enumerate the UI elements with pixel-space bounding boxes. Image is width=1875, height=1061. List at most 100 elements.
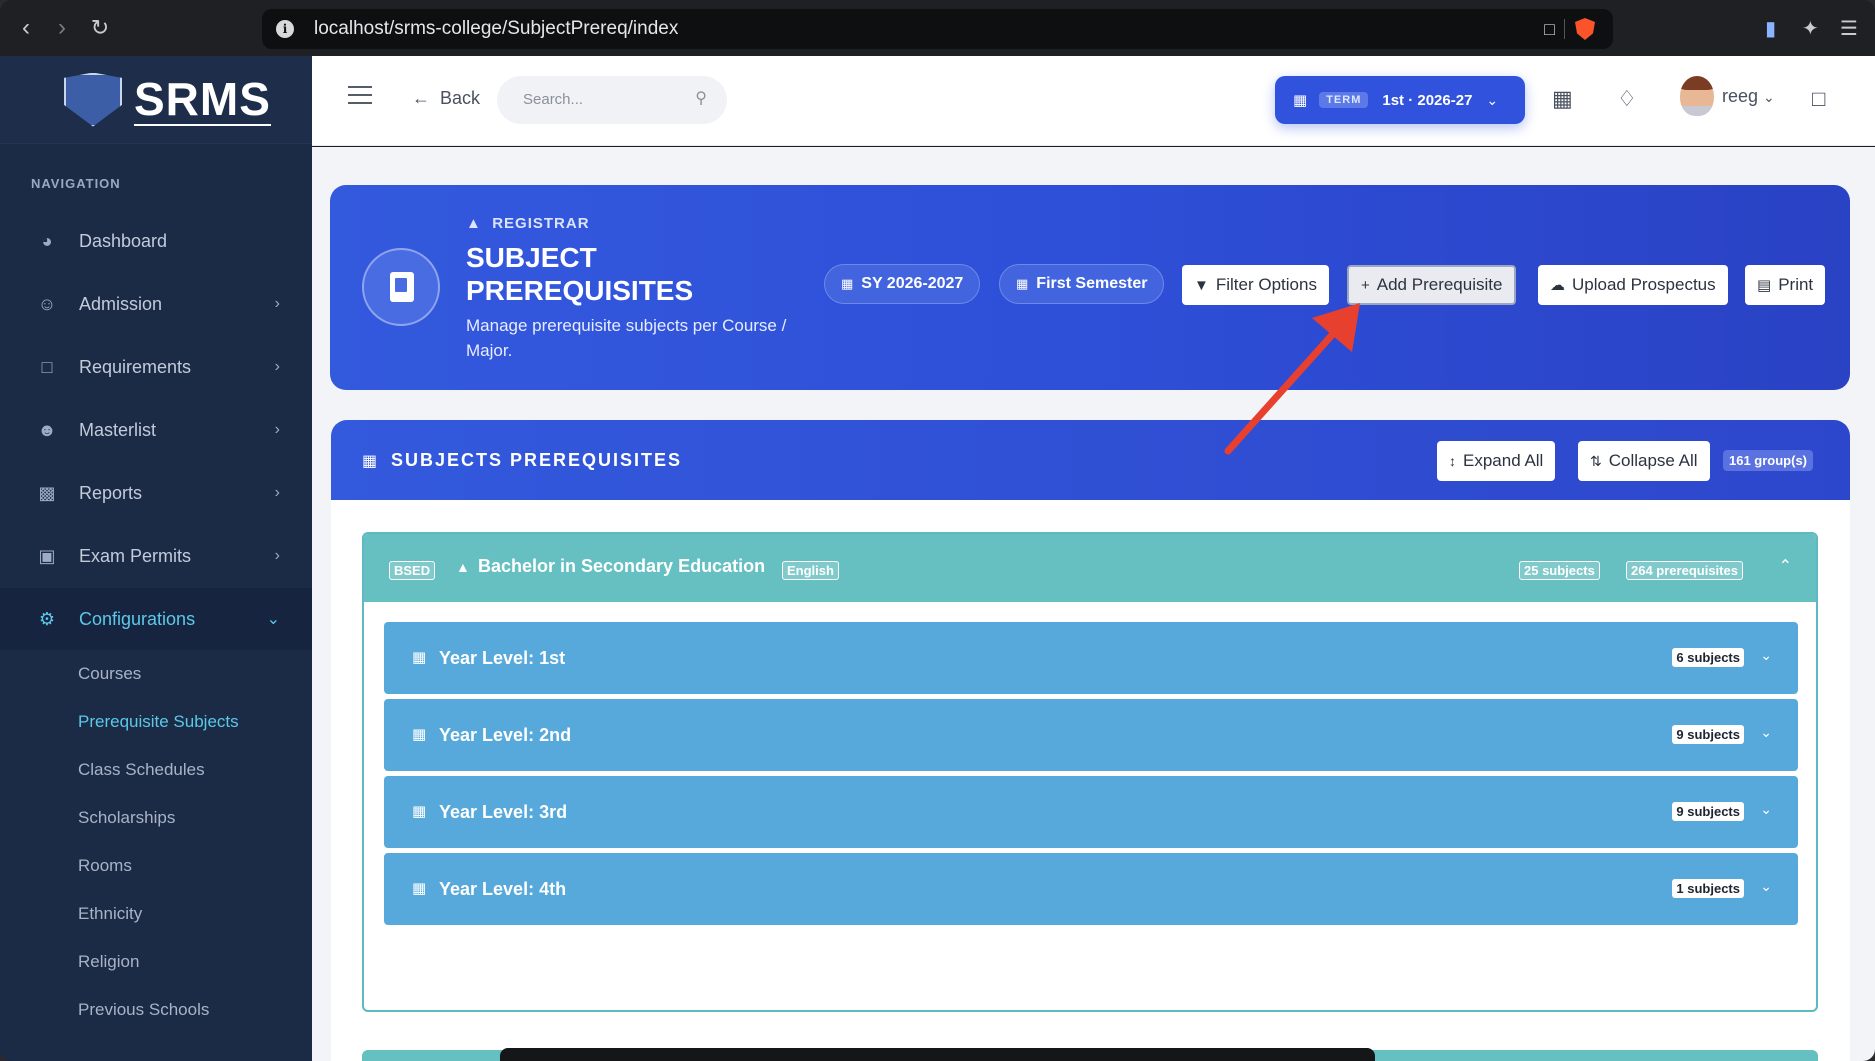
prerequisites-count-badge: 264 prerequisites — [1626, 561, 1743, 580]
year-level-label: Year Level: 1st — [439, 648, 566, 668]
year-subject-count: 1 subjects — [1672, 879, 1744, 898]
brave-shield-icon[interactable] — [1575, 18, 1595, 40]
upload-prospectus-button[interactable]: ☁ Upload Prospectus — [1538, 265, 1728, 305]
id-card-icon: ▣ — [38, 545, 56, 566]
year-subject-count: 9 subjects — [1672, 725, 1744, 744]
nav-section-label: NAVIGATION — [31, 176, 121, 191]
sidebar-item-masterlist[interactable]: ☻ Masterlist › — [0, 399, 312, 461]
school-year-label: SY 2026-2027 — [861, 275, 964, 292]
username: reeg — [1722, 86, 1759, 106]
brand[interactable]: SRMS — [0, 56, 312, 144]
print-label: Print — [1778, 275, 1814, 294]
year-subject-count: 9 subjects — [1672, 802, 1744, 821]
sidebar-sub-scholarships[interactable]: Scholarships — [78, 808, 175, 828]
address-url: localhost/srms-college/SubjectPrereq/ind… — [314, 18, 679, 39]
calendar-clock-icon: ▦ — [412, 803, 427, 820]
chevron-down-icon: ⌄ — [1760, 647, 1772, 663]
chevron-right-icon: › — [274, 547, 280, 564]
expand-icon: ↕ — [1449, 453, 1456, 469]
sidebar-sub-class-schedules[interactable]: Class Schedules — [78, 760, 205, 780]
address-bar[interactable]: i localhost/srms-college/SubjectPrereq/i… — [262, 9, 1613, 49]
major-badge: English — [782, 561, 839, 580]
print-button[interactable]: ▤ Print — [1745, 265, 1826, 305]
browser-forward-icon[interactable]: › — [48, 14, 76, 42]
expand-all-label: Expand All — [1463, 451, 1544, 470]
cloud-upload-icon: ☁ — [1550, 277, 1565, 294]
chevron-down-icon: ⌄ — [266, 611, 280, 628]
add-prerequisite-label: Add Prerequisite — [1376, 275, 1503, 294]
calendar-icon: ▦ — [841, 276, 854, 291]
chevron-right-icon: › — [274, 358, 280, 375]
sidebar-item-admission[interactable]: ☺ Admission › — [0, 273, 312, 335]
logo-crest-icon — [64, 72, 122, 127]
term-selector[interactable]: ▦ TERM 1st · 2026-27 ⌄ — [1275, 76, 1525, 124]
sidebar-sub-religion[interactable]: Religion — [78, 952, 139, 972]
avatar[interactable] — [1680, 76, 1714, 116]
arrow-left-icon: ← — [412, 88, 430, 108]
reload-icon[interactable]: ↻ — [86, 14, 114, 42]
sidebar-item-dashboard[interactable]: ◕ Dashboard — [0, 210, 312, 272]
puzzle-icon[interactable]: ✦ — [1802, 16, 1819, 41]
collapse-all-button[interactable]: ⇅ Collapse All — [1578, 441, 1710, 481]
sidebar-item-label: Masterlist — [79, 419, 157, 440]
extension-icon[interactable]: ▮ — [1765, 16, 1776, 41]
folder-icon: □ — [41, 356, 53, 377]
bar-chart-icon: ▩ — [38, 482, 56, 503]
back-link[interactable]: ← Back — [412, 88, 480, 109]
panel-title: SUBJECTS PREREQUISITES — [391, 450, 683, 470]
site-info-icon[interactable]: i — [276, 20, 294, 38]
year-subject-count: 6 subjects — [1672, 648, 1744, 667]
sidebar-item-label: Exam Permits — [79, 545, 192, 566]
course-group-header[interactable]: BSED ▲ Bachelor in Secondary Education E… — [364, 534, 1816, 602]
hamburger-menu-icon[interactable] — [348, 86, 372, 106]
semester-label: First Semester — [1036, 275, 1148, 292]
browser-back-icon[interactable]: ‹ — [12, 14, 40, 42]
sidebar-item-label: Requirements — [79, 356, 192, 377]
panel-header: ▦ SUBJECTS PREREQUISITES ↕ Expand All ⇅ … — [331, 420, 1850, 500]
chevron-right-icon: › — [274, 295, 280, 312]
filter-options-button[interactable]: ▼ Filter Options — [1182, 265, 1329, 305]
apps-grid-icon[interactable]: ▦ — [1552, 86, 1573, 112]
expand-all-button[interactable]: ↕ Expand All — [1437, 441, 1556, 481]
sidebar-item-label: Dashboard — [79, 230, 168, 251]
upload-prospectus-label: Upload Prospectus — [1572, 275, 1716, 294]
sidebar-sub-prerequisite-subjects[interactable]: Prerequisite Subjects — [78, 712, 239, 732]
chevron-down-icon: ⌄ — [1763, 89, 1775, 105]
bell-icon[interactable]: ♢ — [1617, 86, 1637, 112]
chat-icon[interactable]: □ — [1812, 86, 1825, 112]
browser-menu-icon[interactable]: ☰ — [1840, 16, 1858, 41]
browser-toolbar: ‹ › ↻ i localhost/srms-college/SubjectPr… — [0, 0, 1875, 56]
chevron-down-icon: ⌄ — [1760, 801, 1772, 817]
sidebar-sub-ethnicity[interactable]: Ethnicity — [78, 904, 142, 924]
search-input[interactable]: Search... ⚲ — [497, 76, 727, 124]
course-group: BSED ▲ Bachelor in Secondary Education E… — [362, 532, 1818, 1012]
sidebar-item-requirements[interactable]: □ Requirements › — [0, 336, 312, 398]
prerequisites-panel: ▦ SUBJECTS PREREQUISITES ↕ Expand All ⇅ … — [331, 420, 1850, 1061]
sidebar-item-reports[interactable]: ▩ Reports › — [0, 462, 312, 524]
chevron-down-icon: ⌄ — [1486, 91, 1499, 108]
page-header-card: ▲ REGISTRAR SUBJECT PREREQUISITES Manage… — [330, 185, 1850, 390]
sidebar-sub-rooms[interactable]: Rooms — [78, 856, 132, 876]
calendar-icon: ▦ — [1293, 92, 1308, 109]
sidebar-sub-previous-schools[interactable]: Previous Schools — [78, 1000, 209, 1020]
add-prerequisite-button[interactable]: + Add Prerequisite — [1347, 265, 1517, 305]
semester-pill[interactable]: ▦ First Semester — [999, 264, 1165, 304]
user-menu[interactable]: reeg ⌄ — [1722, 86, 1775, 107]
dashboard-gauge-icon: ◕ — [41, 230, 53, 251]
sidebar-item-label: Admission — [79, 293, 163, 314]
year-level-row[interactable]: ▦ Year Level: 1st 6 subjects ⌄ — [384, 622, 1798, 694]
year-level-row[interactable]: ▦ Year Level: 2nd 9 subjects ⌄ — [384, 699, 1798, 771]
plus-icon: + — [1361, 276, 1370, 294]
sidebar-item-configurations[interactable]: ⚙ Configurations ⌄ — [0, 588, 312, 650]
subjects-count-badge: 25 subjects — [1519, 561, 1600, 580]
back-label: Back — [440, 88, 481, 108]
year-level-row[interactable]: ▦ Year Level: 3rd 9 subjects ⌄ — [384, 776, 1798, 848]
search-placeholder: Search... — [523, 91, 584, 108]
share-icon[interactable]: □ — [1544, 19, 1555, 40]
year-level-row[interactable]: ▦ Year Level: 4th 1 subjects ⌄ — [384, 853, 1798, 925]
filter-options-label: Filter Options — [1215, 275, 1317, 294]
school-year-pill[interactable]: ▦ SY 2026-2027 — [824, 264, 981, 304]
address-separator — [1564, 19, 1565, 39]
sidebar-sub-courses[interactable]: Courses — [78, 664, 141, 684]
sidebar-item-exam-permits[interactable]: ▣ Exam Permits › — [0, 525, 312, 587]
